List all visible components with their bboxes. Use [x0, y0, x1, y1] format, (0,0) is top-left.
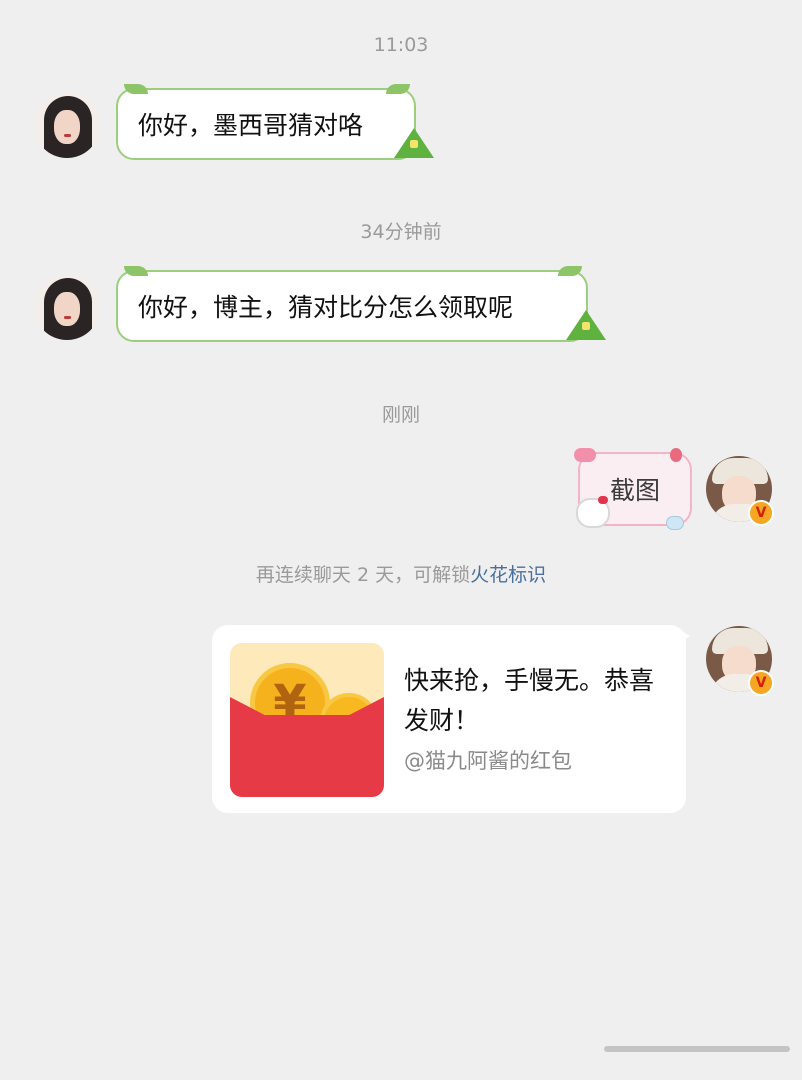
verified-badge-icon: V: [748, 670, 774, 696]
jelly-decoration-icon: [666, 516, 684, 530]
notice-text: 再连续聊天 2 天，可解锁: [255, 564, 471, 586]
leaf-decoration-icon: [558, 266, 582, 276]
chat-screen: 11:03 你好，墨西哥猜对咯 34分钟前 你好，博主，猜对比分怎么领取呢 刚刚…: [0, 0, 802, 1080]
leaf-decoration-icon: [386, 84, 410, 94]
timestamp: 11:03: [373, 34, 429, 56]
red-packet-sender: @猫九阿酱的红包: [404, 749, 572, 773]
message-bubble-incoming[interactable]: 你好，墨西哥猜对咯: [116, 84, 434, 160]
zongzi-decoration-icon: [394, 128, 434, 158]
timestamp: 刚刚: [381, 404, 420, 426]
message-text: 你好，墨西哥猜对咯: [138, 111, 364, 140]
system-notice: 再连续聊天 2 天，可解锁火花标识: [0, 560, 802, 587]
message-text: 截图: [609, 476, 660, 505]
leaf-decoration-icon: [124, 266, 148, 276]
spark-badge-link[interactable]: 火花标识: [470, 564, 546, 586]
red-packet-card[interactable]: ¥ 快来抢，手慢无。恭喜发财！ @猫九阿酱的红包: [212, 625, 686, 813]
red-envelope-icon: ¥: [230, 643, 384, 797]
contact-avatar[interactable]: [34, 274, 100, 340]
leaf-decoration-icon: [124, 84, 148, 94]
timestamp: 34分钟前: [360, 221, 442, 243]
message-text: 你好，博主，猜对比分怎么领取呢: [138, 293, 514, 322]
home-indicator[interactable]: [604, 1046, 790, 1052]
contact-avatar[interactable]: [34, 92, 100, 158]
verified-badge-icon: V: [748, 500, 774, 526]
bubble-tail: [680, 630, 690, 642]
strawberry-decoration-icon: [670, 448, 682, 462]
message-bubble-outgoing[interactable]: 截图: [574, 448, 692, 530]
red-packet-message: 快来抢，手慢无。恭喜发财！: [404, 666, 655, 735]
bow-decoration-icon: [574, 448, 596, 462]
message-bubble-incoming[interactable]: 你好，博主，猜对比分怎么领取呢: [116, 266, 606, 342]
zongzi-decoration-icon: [566, 310, 606, 340]
hello-kitty-decoration-icon: [576, 496, 610, 528]
